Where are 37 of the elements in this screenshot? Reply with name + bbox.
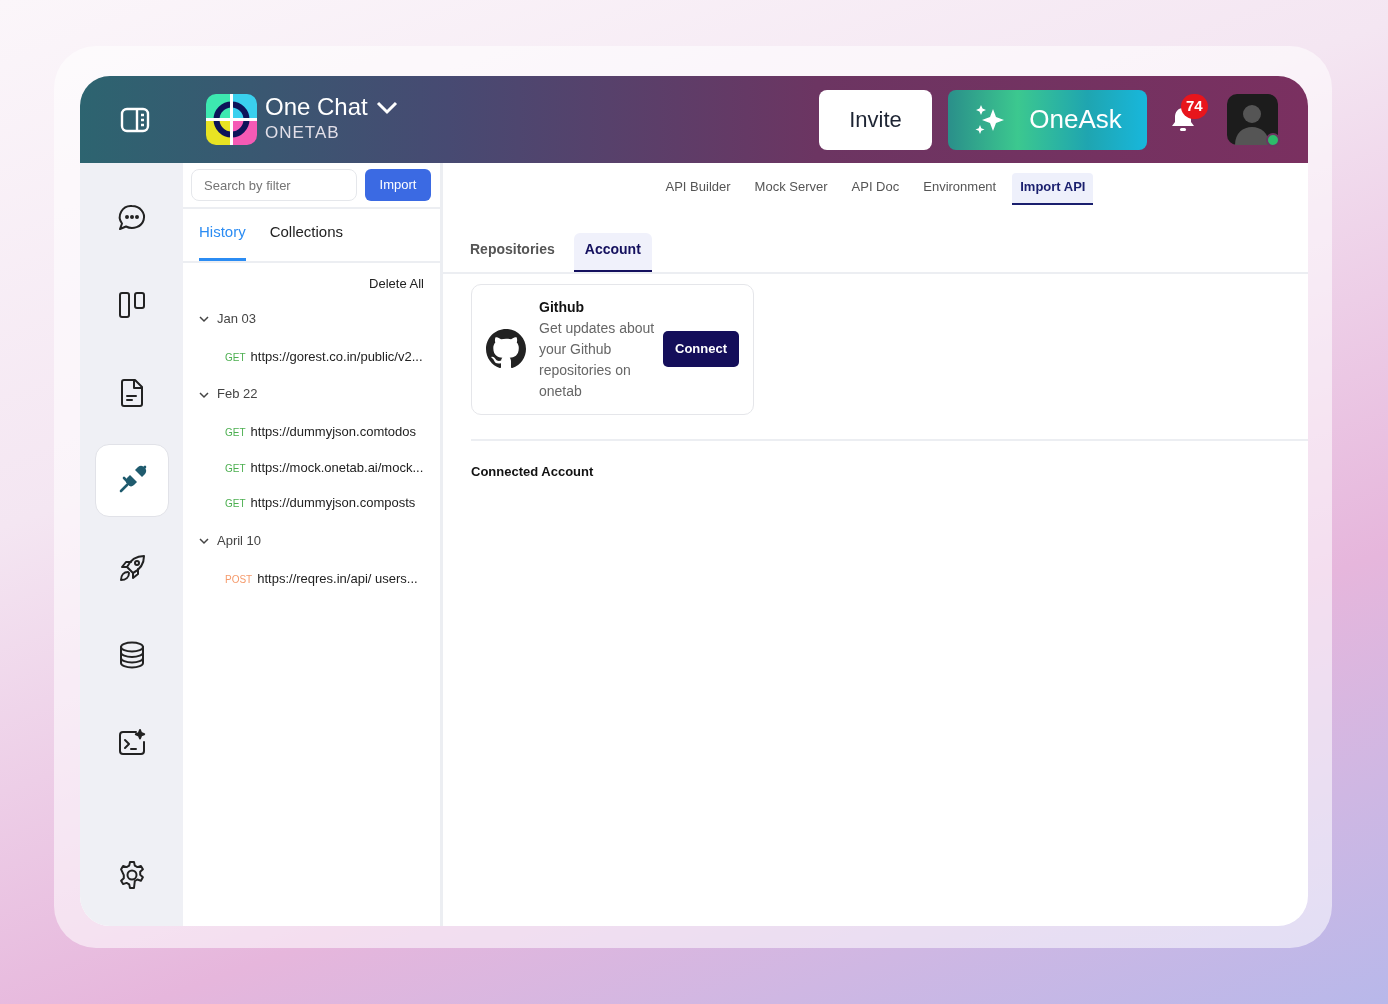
workspace-name: ONETAB — [265, 121, 341, 144]
connect-button[interactable]: Connect — [663, 331, 739, 367]
tab[interactable]: API Doc — [843, 173, 908, 205]
delete-all-button[interactable]: Delete All — [369, 275, 424, 291]
method-label: GET — [225, 498, 246, 509]
integration-title: Github — [539, 297, 586, 317]
date-group-label[interactable]: Feb 22 — [217, 384, 258, 404]
request-item[interactable]: GET https://gorest.co.in/public/v2... — [183, 338, 440, 374]
app-name[interactable]: One Chat — [265, 93, 368, 120]
method-label: GET — [225, 462, 246, 474]
user-avatar[interactable] — [1227, 94, 1278, 145]
request-item[interactable]: GET https://dummyjson.comtodos — [183, 414, 440, 450]
integration-description: Get updates about your Github repositories on onetab — [539, 318, 656, 401]
panel-toggle-icon[interactable] — [120, 106, 150, 133]
request-item[interactable]: GET https://dummyjson.composts — [183, 485, 440, 521]
invite-button[interactable]: Invite — [819, 89, 932, 150]
search-field[interactable]: Search by filter — [191, 169, 357, 201]
tab[interactable]: Mock Server — [746, 173, 836, 205]
tab[interactable]: Collections — [269, 209, 344, 261]
method-label: POST — [225, 573, 253, 585]
notification-badge: 74 — [1181, 94, 1208, 119]
method-label: GET — [225, 427, 246, 438]
plug-icon[interactable] — [94, 443, 169, 517]
tab[interactable]: Import API — [1012, 173, 1094, 205]
tab[interactable]: Account — [573, 232, 652, 272]
section-heading: Connected Account — [471, 463, 594, 479]
github-icon — [486, 329, 526, 369]
request-item[interactable]: POST https://reqres.in/api/ users... — [183, 560, 440, 596]
request-item[interactable]: GET https://mock.onetab.ai/mock... — [183, 449, 440, 485]
date-group-label[interactable]: April 10 — [217, 530, 262, 551]
tab[interactable]: Repositories — [459, 232, 566, 272]
tab[interactable]: API Builder — [657, 173, 739, 205]
import-button[interactable]: Import — [365, 169, 431, 201]
date-group-label[interactable]: Jan 03 — [217, 308, 257, 329]
method-label: GET — [225, 351, 246, 363]
tab[interactable]: Environment — [915, 173, 1005, 205]
app-logo-icon — [206, 94, 257, 145]
